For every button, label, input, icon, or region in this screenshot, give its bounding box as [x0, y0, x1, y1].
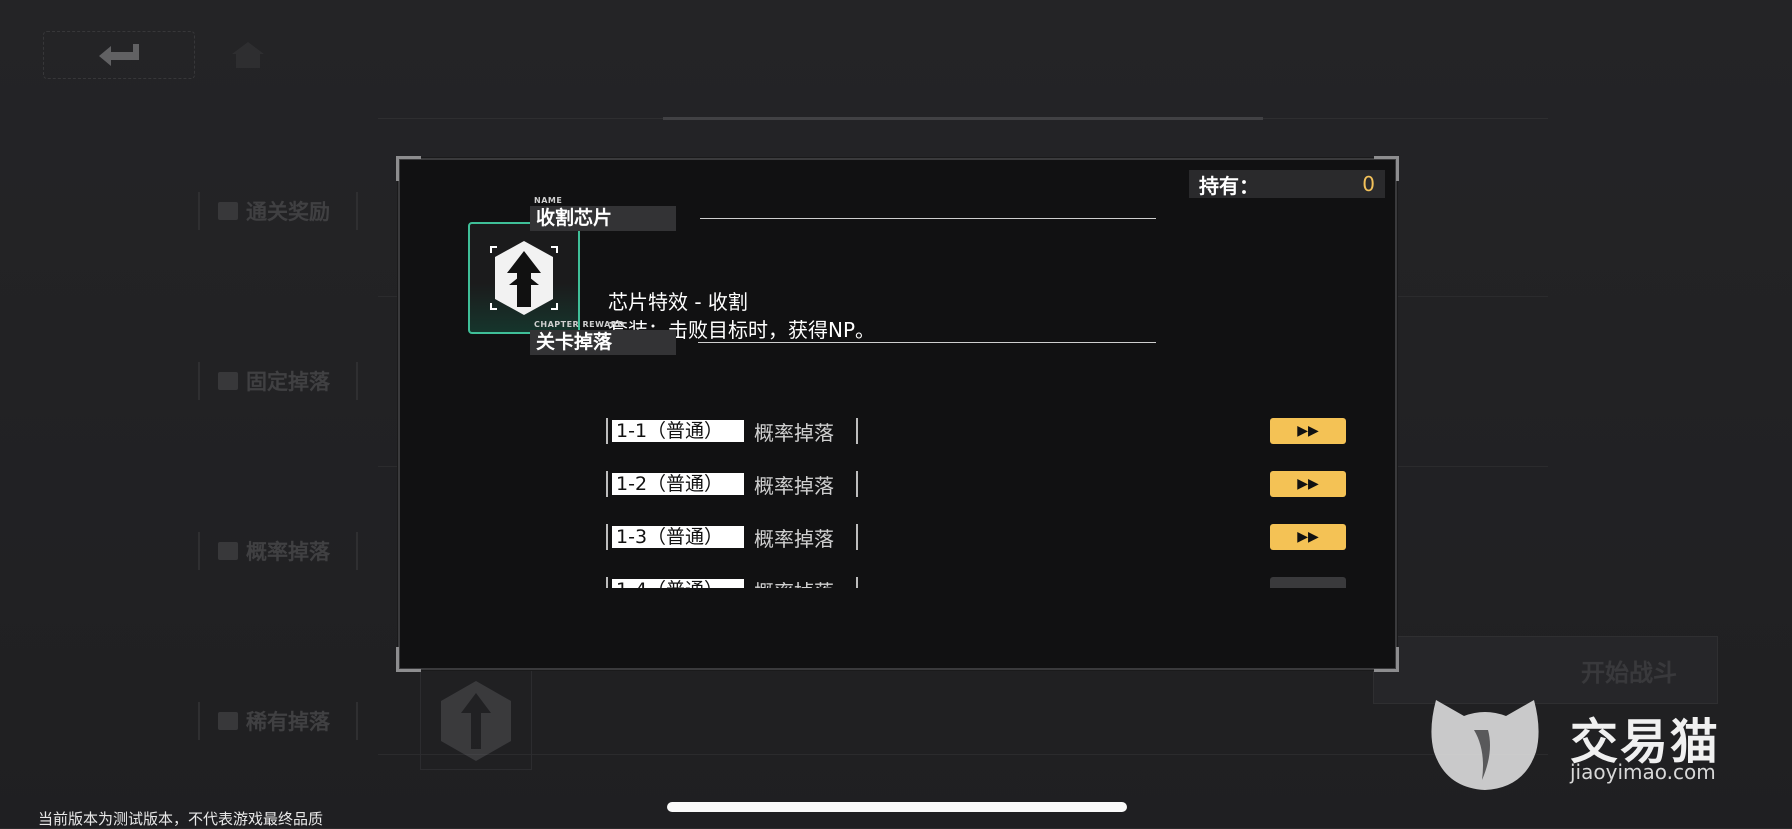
- drop-type: 概率掉落: [754, 576, 834, 589]
- stage-name: 1-3（普通）: [612, 526, 744, 548]
- stage-tag: 1-4（普通） 概率掉落: [606, 577, 858, 588]
- fast-forward-icon: ▶▶: [1297, 529, 1319, 545]
- owned-count: 持有： 0: [1189, 170, 1385, 198]
- stage-tag: 1-2（普通） 概率掉落: [606, 471, 858, 498]
- test-version-notice: 当前版本为测试版本，不代表游戏最终品质: [38, 810, 324, 828]
- item-detail-modal: 持有： 0 NAME 收割芯片 芯片特效 - 收割 套装：击败目标时，获得NP。…: [396, 156, 1399, 672]
- chapter-title: 关卡掉落: [530, 330, 676, 355]
- watermark: 交易猫 jiaoyimao.com: [1424, 690, 1734, 790]
- home-indicator[interactable]: [667, 802, 1127, 812]
- title-divider: [700, 218, 1156, 219]
- corner-decoration: [396, 156, 421, 181]
- drop-type: 概率掉落: [754, 473, 834, 498]
- fast-forward-icon: ▶▶: [1297, 476, 1319, 492]
- corner-decoration: [1374, 647, 1399, 672]
- drop-type: 概率掉落: [754, 420, 834, 445]
- goto-stage-button[interactable]: [1270, 577, 1346, 588]
- corner-decoration: [396, 647, 421, 672]
- owned-value: 0: [1362, 172, 1375, 196]
- harvest-chip-icon: [490, 241, 558, 315]
- effect-text: 芯片特效 - 收割: [608, 290, 748, 314]
- stage-tag: 1-3（普通） 概率掉落: [606, 524, 858, 551]
- stage-tag: 1-1（普通） 概率掉落: [606, 418, 858, 445]
- drop-row: 1-2（普通） 概率掉落 ▶▶: [606, 471, 1346, 499]
- cat-logo-icon: [1431, 700, 1539, 790]
- drop-row: 1-1（普通） 概率掉落 ▶▶: [606, 418, 1346, 446]
- goto-stage-button[interactable]: ▶▶: [1270, 524, 1346, 550]
- chapter-divider: [698, 342, 1156, 343]
- fast-forward-icon: ▶▶: [1297, 423, 1319, 439]
- goto-stage-button[interactable]: ▶▶: [1270, 418, 1346, 444]
- drop-row: 1-4（普通） 概率掉落: [606, 577, 1346, 588]
- owned-label: 持有：: [1199, 173, 1259, 198]
- stage-name: 1-2（普通）: [612, 473, 744, 495]
- chapter-reward-tag: CHAPTER REWARD: [534, 320, 625, 329]
- goto-stage-button[interactable]: ▶▶: [1270, 471, 1346, 497]
- stage-name: 1-4（普通）: [612, 579, 744, 588]
- drop-row: 1-3（普通） 概率掉落 ▶▶: [606, 524, 1346, 552]
- stage-name: 1-1（普通）: [612, 420, 744, 442]
- drop-type: 概率掉落: [754, 526, 834, 551]
- item-icon: [468, 222, 580, 334]
- drop-list[interactable]: 1-1（普通） 概率掉落 ▶▶ 1-2（普通） 概率掉落 ▶▶ 1-3（普通） …: [606, 418, 1346, 588]
- item-name: 收割芯片: [530, 206, 676, 231]
- watermark-url: jiaoyimao.com: [1570, 760, 1716, 784]
- name-tag: NAME: [534, 196, 563, 205]
